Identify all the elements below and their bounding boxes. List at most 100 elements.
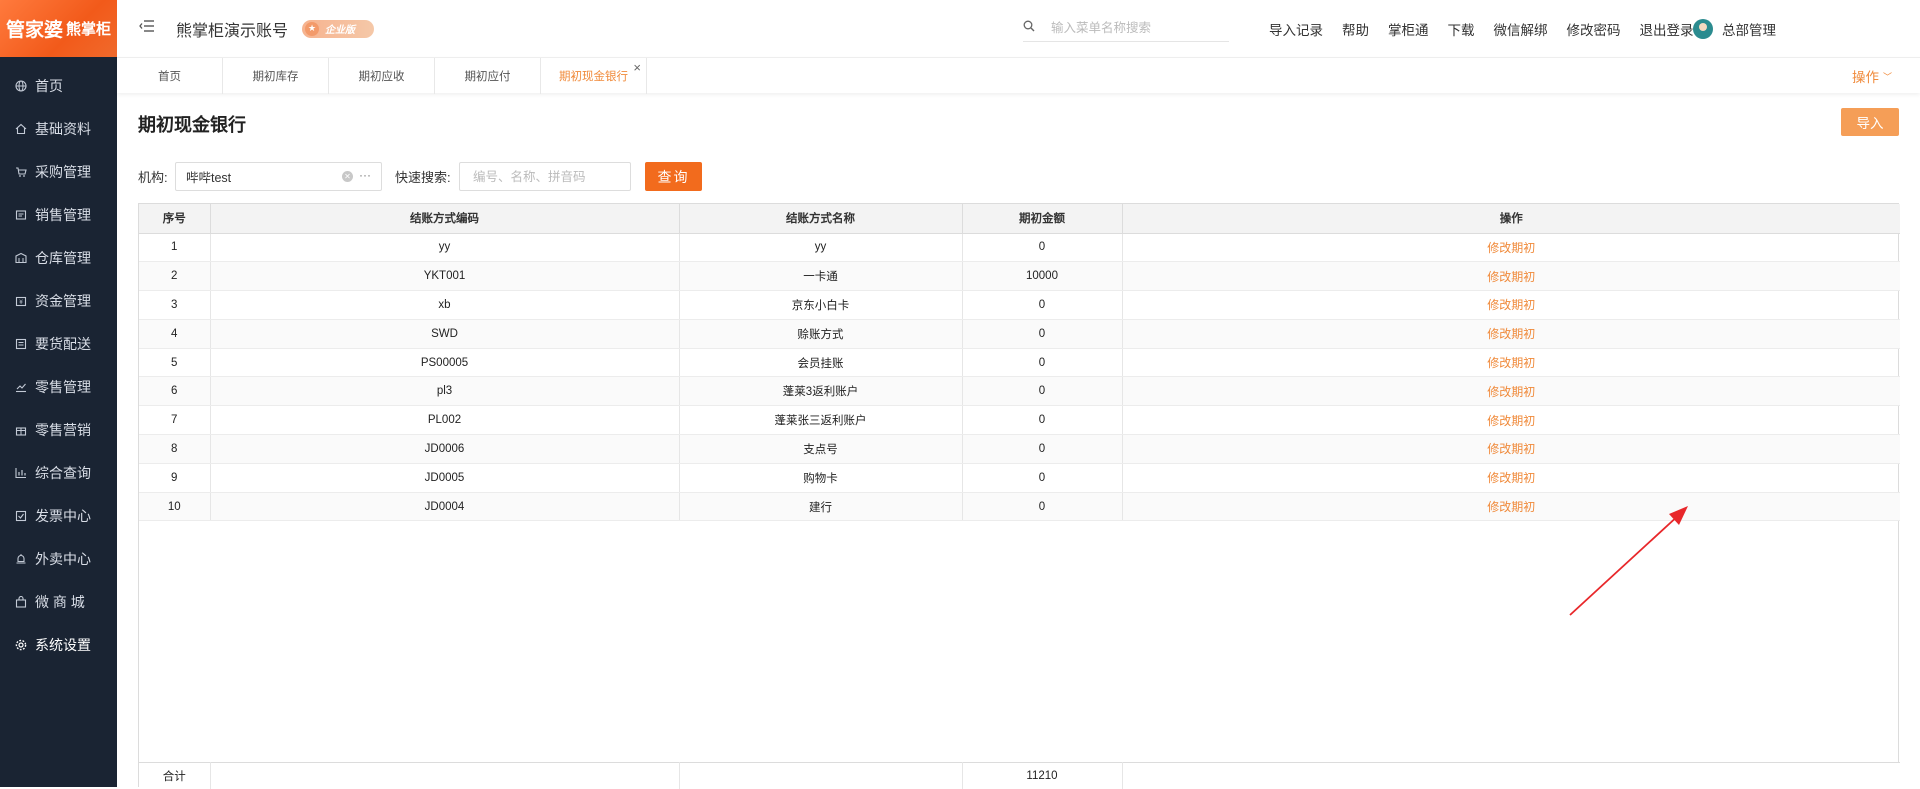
sidebar-item-label: 综合查询 [35,464,91,481]
total-amount: 11210 [962,762,1123,789]
sidebar-item-finance[interactable]: ¥ 资金管理 [0,279,117,322]
search-icon [1023,20,1037,35]
edit-initial-link[interactable]: 修改期初 [1487,270,1535,284]
cart-icon [14,165,27,178]
row-amount: 0 [962,434,1123,464]
sidebar-item-label: 资金管理 [35,292,91,309]
tab-operations-dropdown[interactable]: 操作 ﹀ [1852,58,1892,94]
user-menu[interactable]: 总部管理 [1693,0,1776,57]
zhangguitong-link[interactable]: 掌柜通 [1388,19,1429,39]
logo-main: 管家婆 [5,20,63,41]
sidebar-item-query[interactable]: 综合查询 [0,451,117,494]
table-header-row: 序号 结账方式编码 结账方式名称 期初金额 操作 [139,204,1900,234]
edit-initial-link[interactable]: 修改期初 [1487,442,1535,456]
edit-initial-link[interactable]: 修改期初 [1487,356,1535,370]
org-selector[interactable]: 哔哔test ✕ ··· [175,162,382,191]
row-code: YKT001 [210,261,680,292]
gear-icon [14,638,27,651]
row-code: JD0006 [210,434,680,464]
total-empty-cell [210,762,680,789]
gift-icon [14,423,27,436]
sidebar-item-takeout[interactable]: 外卖中心 [0,537,117,580]
receipt-icon [14,208,27,221]
query-button[interactable]: 查询 [645,162,702,191]
tab-label: 期初应收 [358,71,405,83]
sidebar-item-retail[interactable]: 零售管理 [0,365,117,408]
tab-initial-inventory[interactable]: 期初库存 [223,58,329,94]
row-amount: 0 [962,348,1123,378]
bar-chart-icon [14,466,27,479]
column-header: 序号 [139,204,211,234]
table-row: 3 xb 京东小白卡 0 修改期初 [139,290,1900,320]
more-icon[interactable]: ··· [359,168,371,182]
row-code: SWD [210,319,680,349]
sidebar-item-mall[interactable]: 微 商 城 [0,580,117,623]
enterprise-badge: ★ 企业版 [302,19,375,38]
row-name: 会员挂账 [679,348,963,378]
menu-toggle-icon[interactable] [139,19,159,38]
wallet-icon: ¥ [14,294,27,307]
edit-initial-link[interactable]: 修改期初 [1487,327,1535,341]
top-links: 导入记录 帮助 掌柜通 下载 微信解绑 修改密码 退出登录 [1269,0,1713,57]
sidebar-item-invoice[interactable]: 发票中心 [0,494,117,537]
edit-initial-link[interactable]: 修改期初 [1487,414,1535,428]
change-password-link[interactable]: 修改密码 [1567,19,1621,39]
import-button[interactable]: 导入 [1841,108,1899,136]
help-link[interactable]: 帮助 [1342,19,1369,39]
table-row: 4 SWD 赊账方式 0 修改期初 [139,319,1900,349]
close-icon[interactable]: × [633,60,641,75]
table-row: 8 JD0006 支点号 0 修改期初 [139,434,1900,464]
table-row: 7 PL002 蓬莱张三返利账户 0 修改期初 [139,405,1900,436]
total-row: 合计 11210 [139,762,1900,789]
import-records-link[interactable]: 导入记录 [1269,19,1323,39]
edit-initial-link[interactable]: 修改期初 [1487,500,1535,514]
sidebar-item-delivery[interactable]: 要货配送 [0,322,117,365]
column-header: 期初金额 [962,204,1123,234]
row-no: 7 [139,405,211,436]
sidebar-item-label: 销售管理 [35,206,91,223]
tab-initial-receivable[interactable]: 期初应收 [329,58,435,94]
quick-search-input[interactable] [459,162,631,191]
row-no: 8 [139,434,211,464]
sidebar-item-basic-data[interactable]: 基础资料 [0,107,117,150]
row-amount: 0 [962,319,1123,349]
total-label: 合计 [139,762,211,789]
row-no: 5 [139,348,211,378]
sidebar-item-purchase[interactable]: 采购管理 [0,150,117,193]
row-name: 京东小白卡 [679,290,963,320]
edit-initial-link[interactable]: 修改期初 [1487,241,1535,255]
sidebar-item-warehouse[interactable]: 仓库管理 [0,236,117,279]
row-amount: 0 [962,463,1123,493]
row-amount: 10000 [962,261,1123,292]
tab-label: 期初应付 [464,71,511,83]
download-link[interactable]: 下载 [1448,19,1475,39]
sidebar-item-sales[interactable]: 销售管理 [0,193,117,236]
table-row: 10 JD0004 建行 0 修改期初 [139,492,1900,522]
list-icon [14,337,27,350]
clear-icon[interactable]: ✕ [342,171,353,182]
tab-home[interactable]: 首页 [117,58,223,94]
row-name: 赊账方式 [679,319,963,349]
sidebar-item-label: 零售管理 [35,378,91,395]
wechat-unbind-link[interactable]: 微信解绑 [1494,19,1548,39]
row-no: 1 [139,233,211,263]
row-name: 一卡通 [679,261,963,292]
avatar [1693,18,1713,39]
quick-search-label: 快速搜索: [395,170,451,185]
edit-initial-link[interactable]: 修改期初 [1487,471,1535,485]
tab-initial-cash-bank[interactable]: 期初现金银行 × [541,58,647,94]
tab-initial-payable[interactable]: 期初应付 [435,58,541,94]
edit-initial-link[interactable]: 修改期初 [1487,298,1535,312]
menu-search-input[interactable] [1051,20,1221,35]
logo[interactable]: 管家婆 熊掌柜 [0,0,117,57]
edit-initial-link[interactable]: 修改期初 [1487,385,1535,399]
star-icon: ★ [305,21,320,36]
sidebar-item-home[interactable]: 首页 [0,64,117,107]
logout-link[interactable]: 退出登录 [1640,19,1694,39]
row-no: 3 [139,290,211,320]
sidebar-item-settings[interactable]: 系统设置 [0,623,117,666]
row-no: 9 [139,463,211,493]
total-empty-cell [1122,762,1900,789]
table-row: 6 pl3 蓬莱3返利账户 0 修改期初 [139,376,1900,407]
sidebar-item-marketing[interactable]: 零售营销 [0,408,117,451]
